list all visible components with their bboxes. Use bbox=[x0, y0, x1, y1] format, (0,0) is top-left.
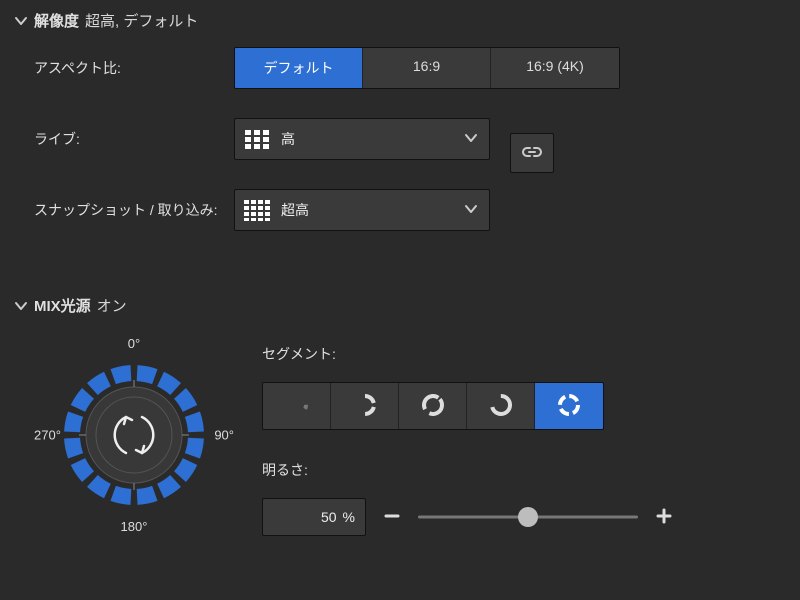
ring-segment-icon bbox=[284, 392, 310, 421]
brightness-value: 50 bbox=[321, 509, 337, 525]
plus-icon bbox=[656, 503, 672, 531]
ring-full-icon bbox=[556, 392, 582, 421]
ring-segment-icon bbox=[488, 392, 514, 421]
segment-option-4[interactable] bbox=[467, 383, 535, 429]
dial-tick-90: 90° bbox=[214, 428, 234, 443]
ring-segment-icon bbox=[420, 392, 446, 421]
dial-tick-0: 0° bbox=[128, 336, 140, 351]
mix-status: オン bbox=[97, 295, 127, 316]
chevron-down-icon bbox=[14, 14, 28, 28]
segment-group bbox=[262, 382, 604, 430]
brightness-increase-button[interactable] bbox=[648, 501, 680, 533]
aspect-option-16-9[interactable]: 16:9 bbox=[363, 48, 491, 88]
snapshot-dropdown[interactable]: 超高 bbox=[234, 189, 490, 231]
snapshot-value: 超高 bbox=[281, 200, 453, 220]
slider-thumb[interactable] bbox=[518, 507, 538, 527]
aspect-option-16-9-4k[interactable]: 16:9 (4K) bbox=[491, 48, 619, 88]
brightness-label: 明るさ: bbox=[262, 460, 800, 480]
brightness-decrease-button[interactable] bbox=[376, 501, 408, 533]
brightness-input[interactable]: 50 % bbox=[262, 498, 366, 536]
brightness-unit: % bbox=[343, 509, 355, 525]
dial-tick-270: 270° bbox=[34, 428, 61, 443]
aspect-option-default[interactable]: デフォルト bbox=[235, 48, 363, 88]
resolution-title: 解像度 bbox=[34, 10, 79, 31]
grid-4x4-icon bbox=[243, 198, 271, 222]
aspect-ratio-group: デフォルト 16:9 16:9 (4K) bbox=[234, 47, 620, 89]
minus-icon bbox=[384, 503, 400, 531]
brightness-slider[interactable] bbox=[418, 505, 638, 529]
mix-title: MIX光源 bbox=[34, 295, 91, 316]
aspect-ratio-label: アスペクト比: bbox=[34, 58, 234, 78]
chevron-down-icon bbox=[14, 299, 28, 313]
segment-label: セグメント: bbox=[262, 344, 800, 364]
segment-option-2[interactable] bbox=[331, 383, 399, 429]
dial-tick-180: 180° bbox=[121, 519, 148, 534]
ring-segment-icon bbox=[352, 392, 378, 421]
snapshot-label: スナップショット / 取り込み: bbox=[34, 200, 234, 220]
segment-option-3[interactable] bbox=[399, 383, 467, 429]
chevron-down-icon bbox=[463, 201, 479, 220]
grid-3x3-icon bbox=[243, 127, 271, 151]
live-dropdown[interactable]: 高 bbox=[234, 118, 490, 160]
segment-option-5[interactable] bbox=[535, 383, 603, 429]
link-button[interactable] bbox=[510, 133, 554, 173]
resolution-section-header[interactable]: 解像度 超高, デフォルト bbox=[0, 0, 800, 39]
segment-option-1[interactable] bbox=[263, 383, 331, 429]
mix-section-header[interactable]: MIX光源 オン bbox=[0, 285, 800, 324]
chevron-down-icon bbox=[463, 130, 479, 149]
link-icon bbox=[521, 145, 543, 162]
live-label: ライブ: bbox=[34, 129, 234, 149]
light-direction-dial[interactable]: 0° 90° 180° 270° bbox=[34, 340, 234, 530]
resolution-status: 超高, デフォルト bbox=[85, 10, 198, 31]
live-value: 高 bbox=[281, 129, 453, 149]
